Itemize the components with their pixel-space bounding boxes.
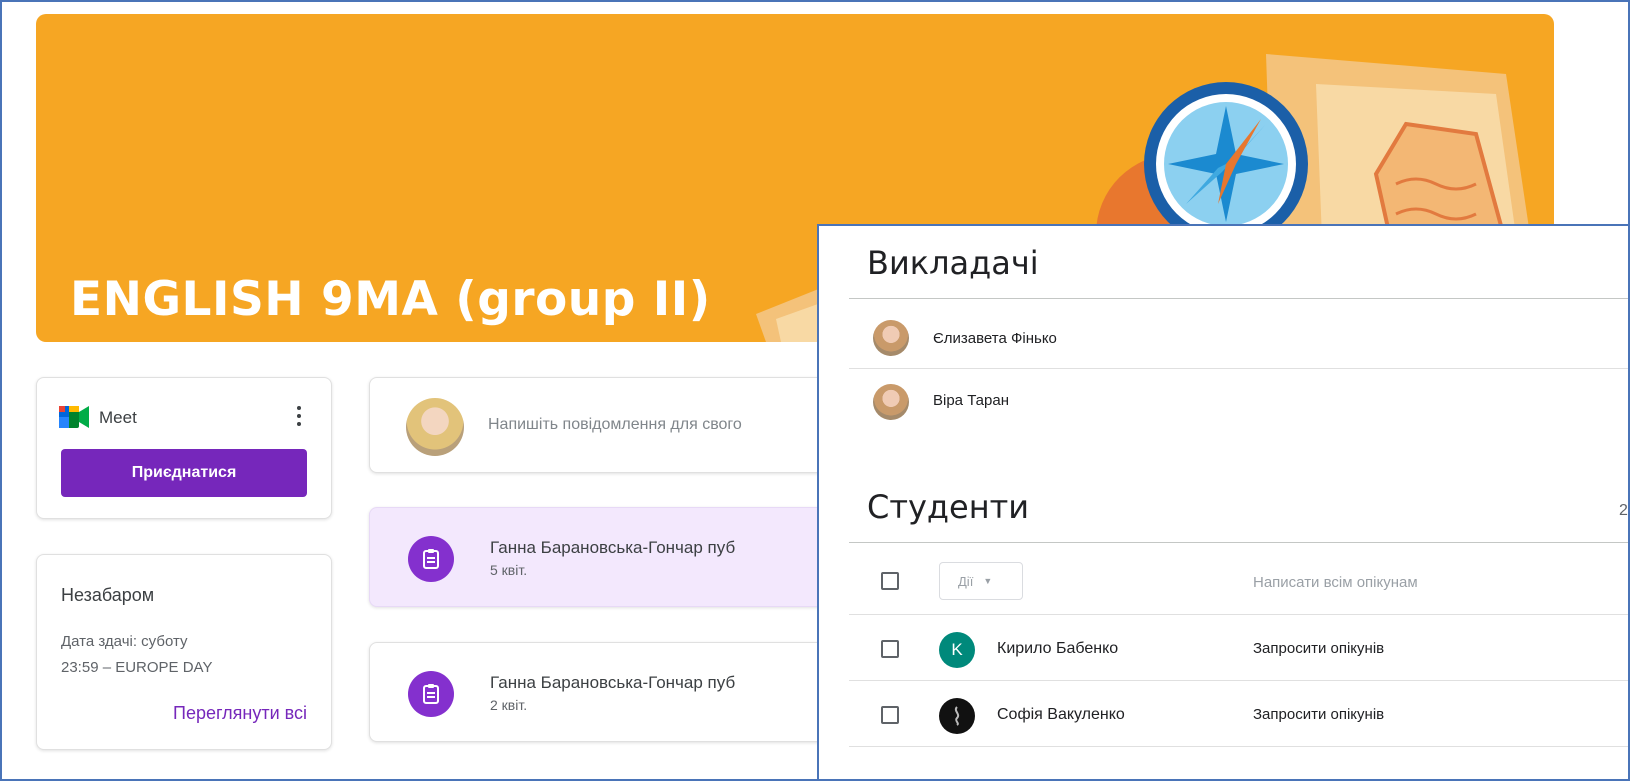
music-clef-icon [954,706,960,726]
teacher-row[interactable]: Єлизавета Фінько [819,306,1628,372]
avatar: K [939,632,975,668]
avatar [406,398,464,456]
chevron-down-icon: ▼ [983,576,993,586]
stream-date: 2 квіт. [490,697,528,713]
due-assignment-link[interactable]: 23:59 – EUROPE DAY [61,659,212,676]
student-checkbox[interactable] [881,640,899,658]
students-heading: Студенти [867,488,1030,526]
stream-author: Ганна Барановська-Гончар пуб [490,538,736,557]
student-checkbox[interactable] [881,706,899,724]
email-all-guardians-button[interactable]: Написати всім опікунам [1253,574,1418,591]
avatar [873,384,909,420]
student-name: Кирило Бабенко [997,640,1119,657]
upcoming-title: Незабаром [61,585,155,605]
announcement-composer[interactable]: Напишіть повідомлення для свого [369,377,829,473]
divider [849,542,1628,543]
due-date-label: Дата здачі: суботу [61,633,188,650]
student-count: 2 [1619,502,1628,519]
app-window: ENGLISH 9MA (group II) Meet Приєднатися … [0,0,1630,781]
assignment-icon [408,536,454,582]
teacher-name: Єлизавета Фінько [933,330,1057,347]
select-all-checkbox[interactable] [881,572,899,590]
upcoming-card: Незабаром Дата здачі: суботу 23:59 – EUR… [36,554,332,750]
view-all-link[interactable]: Переглянути всі [173,703,307,724]
people-panel: Викладачі Єлизавета Фінько Віра Таран Ст… [817,224,1628,779]
avatar [873,320,909,356]
invite-guardians-link[interactable]: Запросити опікунів [1253,640,1384,657]
student-row[interactable]: Софія Вакуленко Запросити опікунів [819,684,1628,750]
divider [849,298,1628,299]
class-title[interactable]: ENGLISH 9MA (group II) [70,272,711,327]
teachers-heading: Викладачі [867,244,1039,282]
divider [849,680,1628,681]
divider [849,614,1628,615]
teacher-row[interactable]: Віра Таран [819,372,1628,438]
student-name: Софія Вакуленко [997,706,1125,723]
invite-guardians-link[interactable]: Запросити опікунів [1253,706,1384,723]
google-meet-icon [59,406,89,428]
teacher-name: Віра Таран [933,392,1009,409]
announcement-placeholder[interactable]: Напишіть повідомлення для свого [488,416,742,434]
meet-label: Meet [99,408,137,427]
stream-author: Ганна Барановська-Гончар пуб [490,673,736,692]
divider [849,368,1628,369]
stream-date: 5 квіт. [490,562,528,578]
meet-card: Meet Приєднатися [36,377,332,519]
actions-dropdown[interactable]: Дії ▼ [939,562,1023,600]
stream-item[interactable]: Ганна Барановська-Гончар пуб 2 квіт. [369,642,829,742]
actions-label: Дії [958,573,974,589]
student-row[interactable]: K Кирило Бабенко Запросити опікунів [819,618,1628,684]
divider [849,746,1628,747]
avatar [939,698,975,734]
assignment-icon [408,671,454,717]
stream-item[interactable]: Ганна Барановська-Гончар пуб 5 квіт. [369,507,829,607]
join-meet-button[interactable]: Приєднатися [61,449,307,497]
more-options-icon[interactable] [289,400,309,432]
